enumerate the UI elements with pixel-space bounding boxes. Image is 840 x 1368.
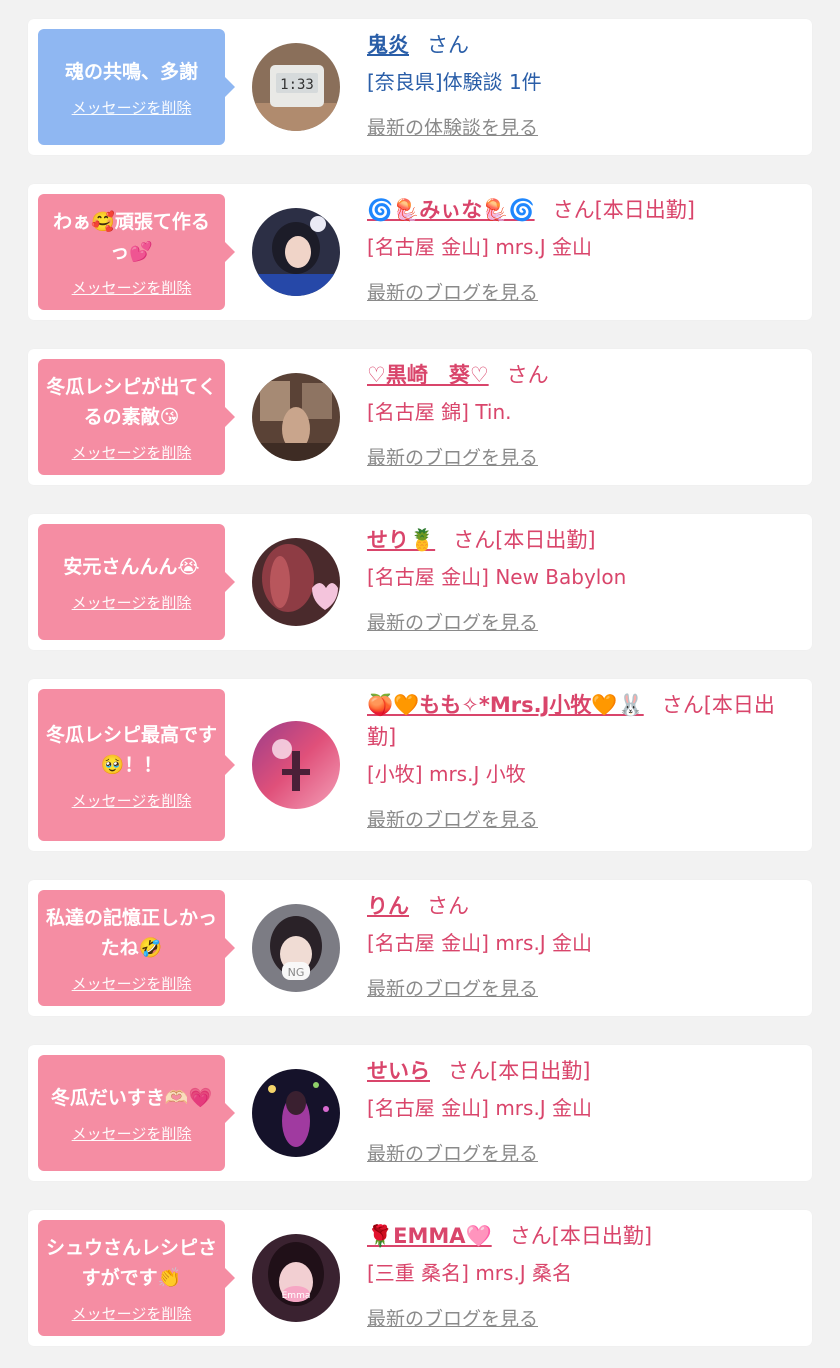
sender-name-link[interactable]: 🌀🪼みぃな🪼🌀 <box>367 198 535 222</box>
avatar[interactable] <box>252 373 340 461</box>
message-text: 安元さんんん😭 <box>63 555 200 578</box>
sender-suffix: さん[本日出勤] <box>453 528 596 552</box>
latest-post-link[interactable]: 最新のブログを見る <box>367 805 798 832</box>
message-bubble: 冬瓜レシピ最高です🥹！！ メッセージを削除 <box>38 689 235 841</box>
sender-suffix: さん[本日出勤] <box>509 1224 653 1248</box>
avatar[interactable] <box>252 538 340 626</box>
sender-name-link[interactable]: せり🍍 <box>367 528 435 552</box>
sender-info: 🌹EMMA🩷 さん[本日出勤] [三重 桑名] mrs.J 桑名 最新のブログを見… <box>367 1220 798 1331</box>
avatar[interactable]: Emma <box>252 1234 340 1322</box>
message-text: シュウさんレシピさすがです👏 <box>45 1236 217 1289</box>
sender-info: 鬼炎 さん [奈良県]体験談 1件 最新の体験談を見る <box>367 29 798 140</box>
sender-info: ♡黒崎 葵♡ さん [名古屋 錦] Tin. 最新のブログを見る <box>367 359 798 470</box>
sender-location: [名古屋 金山] mrs.J 金山 <box>367 931 593 955</box>
delete-message-link[interactable]: メッセージを削除 <box>72 97 192 118</box>
latest-post-link[interactable]: 最新のブログを見る <box>367 278 798 305</box>
message-card: シュウさんレシピさすがです👏 メッセージを削除 Emma 🌹EMMA🩷 さん[本日… <box>28 1210 812 1346</box>
delete-message-link[interactable]: メッセージを削除 <box>72 790 192 811</box>
sender-info: 🌀🪼みぃな🪼🌀 さん[本日出勤] [名古屋 金山] mrs.J 金山 最新のブログ… <box>367 194 798 305</box>
sender-location: [奈良県]体験談 1件 <box>367 70 542 94</box>
svg-text:1:33: 1:33 <box>280 77 314 93</box>
latest-post-link[interactable]: 最新のブログを見る <box>367 608 798 635</box>
sender-info: りん さん [名古屋 金山] mrs.J 金山 最新のブログを見る <box>367 890 798 1001</box>
sender-suffix: さん[本日出勤] <box>552 198 695 222</box>
message-bubble: 安元さんんん😭 メッセージを削除 <box>38 524 235 640</box>
message-text: 魂の共鳴、多謝 <box>64 60 198 83</box>
sender-location: [名古屋 金山] mrs.J 金山 <box>367 235 593 259</box>
avatar[interactable]: 1:33 <box>252 43 340 131</box>
avatar[interactable] <box>252 721 340 809</box>
sender-location: [小牧] mrs.J 小牧 <box>367 762 526 786</box>
delete-message-link[interactable]: メッセージを削除 <box>72 277 192 298</box>
sender-name-link[interactable]: りん <box>367 894 409 918</box>
message-bubble: 魂の共鳴、多謝 メッセージを削除 <box>38 29 235 145</box>
sender-name-link[interactable]: 🌹EMMA🩷 <box>367 1224 492 1248</box>
sender-location: [名古屋 錦] Tin. <box>367 400 512 424</box>
latest-post-link[interactable]: 最新のブログを見る <box>367 974 798 1001</box>
svg-text:NG: NG <box>288 966 305 979</box>
latest-post-link[interactable]: 最新の体験談を見る <box>367 113 798 140</box>
sender-info: せり🍍 さん[本日出勤] [名古屋 金山] New Babylon 最新のブログを… <box>367 524 798 635</box>
sender-name-link[interactable]: 🍑🧡もも✧*Mrs.J小牧🧡🐰 <box>367 693 644 717</box>
message-card: わぁ🥰頑張て作るっ💕 メッセージを削除 🌀🪼みぃな🪼🌀 さん[本日出勤] [名古屋… <box>28 184 812 320</box>
message-card: 冬瓜レシピ最高です🥹！！ メッセージを削除 🍑🧡もも✧*Mrs.J小牧🧡🐰 さん… <box>28 679 812 851</box>
message-card: 私達の記憶正しかったね🤣 メッセージを削除 NG りん さん [名古屋 金山] m… <box>28 880 812 1016</box>
message-bubble: 私達の記憶正しかったね🤣 メッセージを削除 <box>38 890 235 1006</box>
avatar[interactable]: NG <box>252 904 340 992</box>
message-bubble: 冬瓜レシピが出てくるの素敵😘 メッセージを削除 <box>38 359 235 475</box>
delete-message-link[interactable]: メッセージを削除 <box>72 1303 192 1324</box>
latest-post-link[interactable]: 最新のブログを見る <box>367 1139 798 1166</box>
message-text: 冬瓜レシピ最高です🥹！！ <box>45 723 217 776</box>
message-bubble: シュウさんレシピさすがです👏 メッセージを削除 <box>38 1220 235 1336</box>
message-card: 冬瓜だいすき🫶🏻💗 メッセージを削除 せいら さん[本日出勤] [名古屋 金山] … <box>28 1045 812 1181</box>
svg-text:Emma: Emma <box>282 1291 311 1301</box>
message-bubble: わぁ🥰頑張て作るっ💕 メッセージを削除 <box>38 194 235 310</box>
avatar[interactable] <box>252 1069 340 1157</box>
message-card: 安元さんんん😭 メッセージを削除 せり🍍 さん[本日出勤] [名古屋 金山] Ne… <box>28 514 812 650</box>
sender-suffix: さん <box>506 363 549 387</box>
sender-location: [名古屋 金山] mrs.J 金山 <box>367 1096 593 1120</box>
sender-info: 🍑🧡もも✧*Mrs.J小牧🧡🐰 さん[本日出勤] [小牧] mrs.J 小牧 最新… <box>367 689 798 832</box>
latest-post-link[interactable]: 最新のブログを見る <box>367 443 798 470</box>
delete-message-link[interactable]: メッセージを削除 <box>72 442 192 463</box>
message-text: 冬瓜だいすき🫶🏻💗 <box>50 1086 213 1109</box>
sender-location: [名古屋 金山] New Babylon <box>367 565 627 589</box>
message-bubble: 冬瓜だいすき🫶🏻💗 メッセージを削除 <box>38 1055 235 1171</box>
message-card: 魂の共鳴、多謝 メッセージを削除 1:33 鬼炎 さん [奈良県]体験談 1件 最… <box>28 19 812 155</box>
message-text: 私達の記憶正しかったね🤣 <box>45 906 217 959</box>
sender-info: せいら さん[本日出勤] [名古屋 金山] mrs.J 金山 最新のブログを見る <box>367 1055 798 1166</box>
message-list: 魂の共鳴、多謝 メッセージを削除 1:33 鬼炎 さん [奈良県]体験談 1件 最… <box>0 0 840 1346</box>
latest-post-link[interactable]: 最新のブログを見る <box>367 1304 798 1331</box>
sender-name-link[interactable]: せいら <box>367 1059 430 1083</box>
delete-message-link[interactable]: メッセージを削除 <box>72 592 192 613</box>
delete-message-link[interactable]: メッセージを削除 <box>72 1123 192 1144</box>
sender-suffix: さん <box>427 33 469 57</box>
message-text: わぁ🥰頑張て作るっ💕 <box>53 210 210 263</box>
message-card: 冬瓜レシピが出てくるの素敵😘 メッセージを削除 ♡黒崎 葵♡ さん [名古屋 錦]… <box>28 349 812 485</box>
sender-location: [三重 桑名] mrs.J 桑名 <box>367 1261 573 1285</box>
message-text: 冬瓜レシピが出てくるの素敵😘 <box>46 375 217 428</box>
avatar[interactable] <box>252 208 340 296</box>
sender-suffix: さん <box>427 894 469 918</box>
sender-suffix: さん[本日出勤] <box>448 1059 591 1083</box>
sender-name-link[interactable]: ♡黒崎 葵♡ <box>367 363 489 387</box>
delete-message-link[interactable]: メッセージを削除 <box>72 973 192 994</box>
sender-name-link[interactable]: 鬼炎 <box>367 33 409 57</box>
